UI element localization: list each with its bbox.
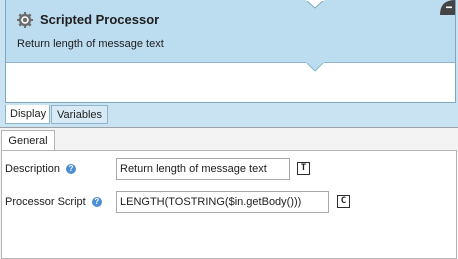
tab-display-label: Display <box>10 108 47 120</box>
processor-card-header: Scripted Processor Return length of mess… <box>6 0 455 63</box>
tab-variables[interactable]: Variables <box>51 105 108 124</box>
properties-panel: General Description ? Return length of m… <box>0 127 458 259</box>
help-icon[interactable]: ? <box>91 197 102 208</box>
processor-description: Return length of message text <box>17 38 164 50</box>
tab-general-label: General <box>8 135 48 147</box>
connector-notch-top <box>306 0 324 9</box>
gear-icon <box>17 12 33 28</box>
minus-icon[interactable] <box>440 0 455 15</box>
processor-script-label: Processor Script <box>5 196 86 208</box>
description-label-row: Description ? <box>5 163 77 175</box>
description-label: Description <box>5 163 61 175</box>
connector-notch-bottom <box>306 62 324 72</box>
processor-script-label-row: Processor Script ? <box>5 196 102 208</box>
text-editor-button[interactable]: T <box>297 162 310 175</box>
processor-title: Scripted Processor <box>40 12 160 27</box>
properties-body: Description ? Return length of message t… <box>1 150 457 259</box>
processor-script-field[interactable]: LENGTH(TOSTRING($in.getBody())) <box>116 191 329 213</box>
processor-card[interactable]: Scripted Processor Return length of mess… <box>5 0 456 103</box>
tab-variables-label: Variables <box>56 109 103 121</box>
tab-display[interactable]: Display <box>5 105 50 124</box>
code-editor-button[interactable]: C <box>337 195 350 208</box>
description-field[interactable]: Return length of message text <box>116 158 290 180</box>
tab-general[interactable]: General <box>1 130 55 151</box>
designer-area: Scripted Processor Return length of mess… <box>0 0 458 127</box>
help-icon[interactable]: ? <box>66 164 77 175</box>
